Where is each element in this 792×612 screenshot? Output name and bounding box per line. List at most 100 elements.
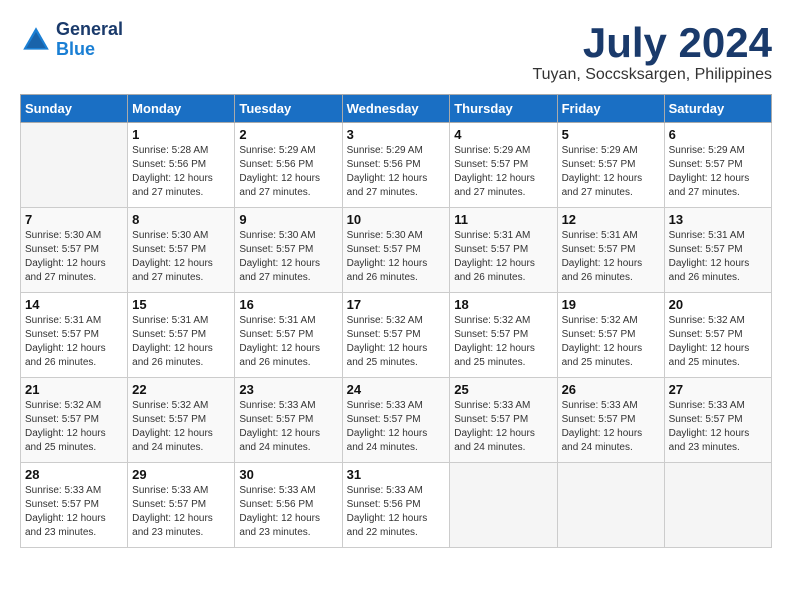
day-number: 2 <box>239 127 337 142</box>
day-number: 9 <box>239 212 337 227</box>
calendar-week-row: 28Sunrise: 5:33 AM Sunset: 5:57 PM Dayli… <box>21 463 772 548</box>
day-info: Sunrise: 5:32 AM Sunset: 5:57 PM Dayligh… <box>347 314 446 370</box>
day-info: Sunrise: 5:30 AM Sunset: 5:57 PM Dayligh… <box>347 229 446 285</box>
day-info: Sunrise: 5:31 AM Sunset: 5:57 PM Dayligh… <box>25 314 123 370</box>
day-info: Sunrise: 5:33 AM Sunset: 5:56 PM Dayligh… <box>347 484 446 540</box>
calendar-cell: 30Sunrise: 5:33 AM Sunset: 5:56 PM Dayli… <box>235 463 342 548</box>
calendar-body: 1 Sunrise: 5:28 AM Sunset: 5:56 PM Daylig… <box>21 123 772 548</box>
logo: General Blue <box>20 20 123 60</box>
calendar-cell: 18Sunrise: 5:32 AM Sunset: 5:57 PM Dayli… <box>450 293 557 378</box>
calendar-cell: 8 Sunrise: 5:30 AM Sunset: 5:57 PM Daylig… <box>128 208 235 293</box>
day-info: Sunrise: 5:31 AM Sunset: 5:57 PM Dayligh… <box>132 314 230 370</box>
day-number: 10 <box>347 212 446 227</box>
calendar-header-row: SundayMondayTuesdayWednesdayThursdayFrid… <box>21 95 772 123</box>
day-info: Sunrise: 5:33 AM Sunset: 5:57 PM Dayligh… <box>25 484 123 540</box>
day-info: Sunrise: 5:29 AM Sunset: 5:56 PM Dayligh… <box>347 144 446 200</box>
calendar-cell <box>450 463 557 548</box>
calendar-cell: 2Sunrise: 5:29 AM Sunset: 5:56 PM Daylig… <box>235 123 342 208</box>
day-number: 8 <box>132 212 230 227</box>
day-info: Sunrise: 5:29 AM Sunset: 5:57 PM Dayligh… <box>454 144 552 200</box>
weekday-header: Friday <box>557 95 664 123</box>
day-number: 5 <box>562 127 660 142</box>
calendar-cell: 9 Sunrise: 5:30 AM Sunset: 5:57 PM Daylig… <box>235 208 342 293</box>
logo-line1: General <box>56 20 123 40</box>
day-number: 15 <box>132 297 230 312</box>
weekday-header: Tuesday <box>235 95 342 123</box>
day-info: Sunrise: 5:31 AM Sunset: 5:57 PM Dayligh… <box>562 229 660 285</box>
logo-line2: Blue <box>56 40 123 60</box>
day-number: 27 <box>669 382 767 397</box>
title-block: July 2024 Tuyan, Soccsksargen, Philippin… <box>532 20 772 84</box>
calendar-cell: 27 Sunrise: 5:33 AM Sunset: 5:57 PM Dayli… <box>664 378 771 463</box>
day-info: Sunrise: 5:32 AM Sunset: 5:57 PM Dayligh… <box>669 314 767 370</box>
day-number: 7 <box>25 212 123 227</box>
day-number: 16 <box>239 297 337 312</box>
calendar-cell: 28Sunrise: 5:33 AM Sunset: 5:57 PM Dayli… <box>21 463 128 548</box>
day-number: 11 <box>454 212 552 227</box>
calendar-cell: 3 Sunrise: 5:29 AM Sunset: 5:56 PM Daylig… <box>342 123 450 208</box>
calendar-cell: 17Sunrise: 5:32 AM Sunset: 5:57 PM Dayli… <box>342 293 450 378</box>
day-number: 31 <box>347 467 446 482</box>
weekday-header: Sunday <box>21 95 128 123</box>
calendar-week-row: 1 Sunrise: 5:28 AM Sunset: 5:56 PM Daylig… <box>21 123 772 208</box>
day-info: Sunrise: 5:32 AM Sunset: 5:57 PM Dayligh… <box>25 399 123 455</box>
day-info: Sunrise: 5:31 AM Sunset: 5:57 PM Dayligh… <box>669 229 767 285</box>
day-number: 18 <box>454 297 552 312</box>
calendar-cell: 26Sunrise: 5:33 AM Sunset: 5:57 PM Dayli… <box>557 378 664 463</box>
day-info: Sunrise: 5:33 AM Sunset: 5:57 PM Dayligh… <box>347 399 446 455</box>
calendar-week-row: 14 Sunrise: 5:31 AM Sunset: 5:57 PM Dayli… <box>21 293 772 378</box>
weekday-header: Monday <box>128 95 235 123</box>
calendar-cell <box>557 463 664 548</box>
day-number: 14 <box>25 297 123 312</box>
day-info: Sunrise: 5:33 AM Sunset: 5:57 PM Dayligh… <box>239 399 337 455</box>
calendar-cell: 15 Sunrise: 5:31 AM Sunset: 5:57 PM Dayli… <box>128 293 235 378</box>
day-number: 20 <box>669 297 767 312</box>
day-info: Sunrise: 5:29 AM Sunset: 5:57 PM Dayligh… <box>562 144 660 200</box>
calendar-table: SundayMondayTuesdayWednesdayThursdayFrid… <box>20 94 772 548</box>
day-number: 30 <box>239 467 337 482</box>
calendar-cell: 23 Sunrise: 5:33 AM Sunset: 5:57 PM Dayli… <box>235 378 342 463</box>
calendar-cell: 13Sunrise: 5:31 AM Sunset: 5:57 PM Dayli… <box>664 208 771 293</box>
calendar-cell: 11Sunrise: 5:31 AM Sunset: 5:57 PM Dayli… <box>450 208 557 293</box>
calendar-cell: 29 Sunrise: 5:33 AM Sunset: 5:57 PM Dayli… <box>128 463 235 548</box>
calendar-cell: 24Sunrise: 5:33 AM Sunset: 5:57 PM Dayli… <box>342 378 450 463</box>
day-info: Sunrise: 5:33 AM Sunset: 5:57 PM Dayligh… <box>454 399 552 455</box>
calendar-cell: 16 Sunrise: 5:31 AM Sunset: 5:57 PM Dayli… <box>235 293 342 378</box>
day-info: Sunrise: 5:33 AM Sunset: 5:57 PM Dayligh… <box>669 399 767 455</box>
day-number: 3 <box>347 127 446 142</box>
day-number: 12 <box>562 212 660 227</box>
day-info: Sunrise: 5:32 AM Sunset: 5:57 PM Dayligh… <box>562 314 660 370</box>
calendar-cell <box>664 463 771 548</box>
day-info: Sunrise: 5:28 AM Sunset: 5:56 PM Dayligh… <box>132 144 230 200</box>
calendar-cell: 1 Sunrise: 5:28 AM Sunset: 5:56 PM Daylig… <box>128 123 235 208</box>
day-info: Sunrise: 5:30 AM Sunset: 5:57 PM Dayligh… <box>239 229 337 285</box>
calendar-cell: 6Sunrise: 5:29 AM Sunset: 5:57 PM Daylig… <box>664 123 771 208</box>
day-number: 4 <box>454 127 552 142</box>
location-subtitle: Tuyan, Soccsksargen, Philippines <box>532 66 772 84</box>
weekday-header: Thursday <box>450 95 557 123</box>
calendar-cell: 25 Sunrise: 5:33 AM Sunset: 5:57 PM Dayli… <box>450 378 557 463</box>
day-number: 22 <box>132 382 230 397</box>
day-info: Sunrise: 5:30 AM Sunset: 5:57 PM Dayligh… <box>132 229 230 285</box>
day-info: Sunrise: 5:31 AM Sunset: 5:57 PM Dayligh… <box>239 314 337 370</box>
calendar-cell: 12 Sunrise: 5:31 AM Sunset: 5:57 PM Dayli… <box>557 208 664 293</box>
day-number: 29 <box>132 467 230 482</box>
page-header: General Blue July 2024 Tuyan, Soccsksarg… <box>20 20 772 84</box>
day-info: Sunrise: 5:33 AM Sunset: 5:57 PM Dayligh… <box>132 484 230 540</box>
calendar-cell: 14 Sunrise: 5:31 AM Sunset: 5:57 PM Dayli… <box>21 293 128 378</box>
weekday-header: Wednesday <box>342 95 450 123</box>
day-number: 25 <box>454 382 552 397</box>
calendar-cell: 5 Sunrise: 5:29 AM Sunset: 5:57 PM Daylig… <box>557 123 664 208</box>
calendar-cell: 19Sunrise: 5:32 AM Sunset: 5:57 PM Dayli… <box>557 293 664 378</box>
day-number: 23 <box>239 382 337 397</box>
day-number: 6 <box>669 127 767 142</box>
calendar-cell: 22 Sunrise: 5:32 AM Sunset: 5:57 PM Dayli… <box>128 378 235 463</box>
calendar-cell: 10 Sunrise: 5:30 AM Sunset: 5:57 PM Dayli… <box>342 208 450 293</box>
calendar-cell: 7Sunrise: 5:30 AM Sunset: 5:57 PM Daylig… <box>21 208 128 293</box>
day-number: 26 <box>562 382 660 397</box>
day-info: Sunrise: 5:32 AM Sunset: 5:57 PM Dayligh… <box>132 399 230 455</box>
calendar-cell: 21 Sunrise: 5:32 AM Sunset: 5:57 PM Dayli… <box>21 378 128 463</box>
day-number: 1 <box>132 127 230 142</box>
day-number: 21 <box>25 382 123 397</box>
calendar-cell: 31 Sunrise: 5:33 AM Sunset: 5:56 PM Dayli… <box>342 463 450 548</box>
